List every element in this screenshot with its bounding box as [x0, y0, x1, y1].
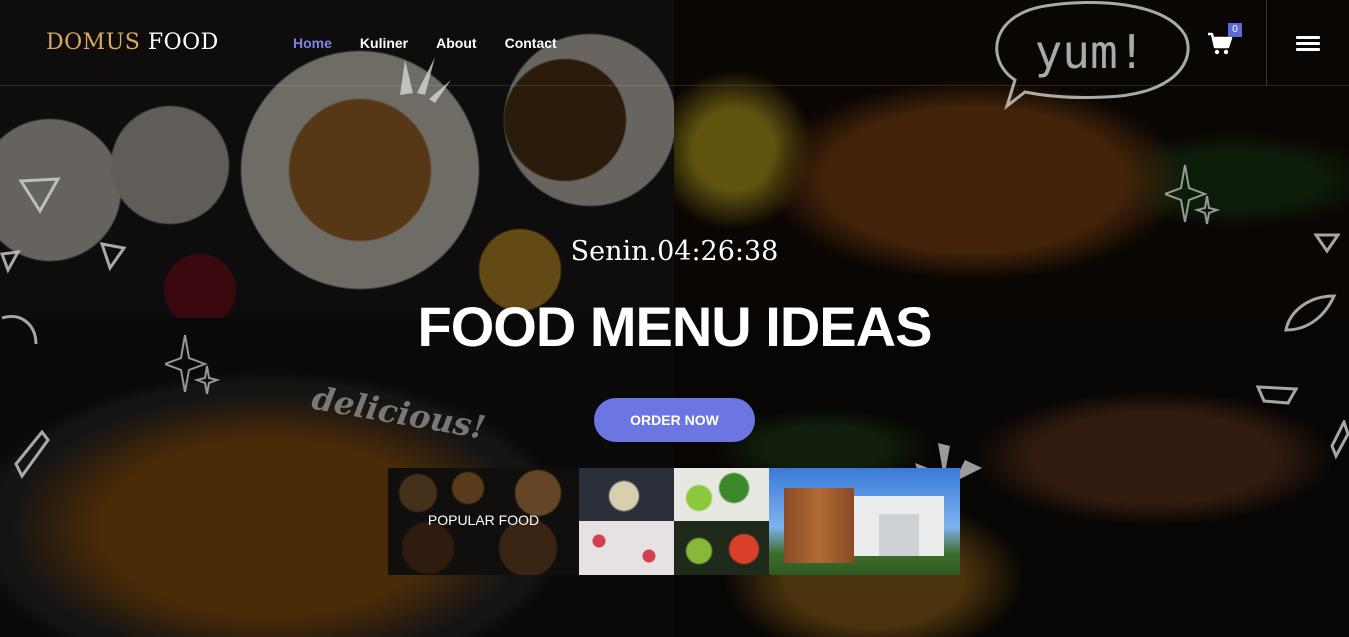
shard-doodle-2 — [1256, 385, 1299, 405]
nav-link-about[interactable]: About — [436, 35, 476, 51]
site-logo[interactable]: DOMUS FOOD — [46, 30, 219, 55]
gallery-image-drink[interactable] — [579, 468, 674, 521]
delicious-doodle: delicious! — [309, 385, 488, 447]
main-nav: Home Kuliner About Contact — [293, 35, 557, 51]
nav-link-contact[interactable]: Contact — [505, 35, 557, 51]
order-now-button[interactable]: ORDER NOW — [594, 398, 755, 442]
site-header: DOMUS FOOD Home Kuliner About Contact 0 — [0, 0, 1349, 86]
nav-link-home[interactable]: Home — [293, 35, 332, 51]
hero-title: FOOD MENU IDEAS — [417, 295, 933, 358]
header-divider — [1266, 0, 1267, 86]
cart-count-badge: 0 — [1228, 23, 1242, 37]
house-garage-door — [879, 514, 919, 556]
menu-bar — [1296, 36, 1320, 39]
shard-doodle-1 — [14, 430, 50, 479]
delicious-text: delicious! — [309, 385, 488, 447]
shard-doodle-3 — [1330, 420, 1349, 460]
popular-food-tile[interactable]: POPULAR FOOD — [388, 468, 579, 575]
hero-clock: Senin.04:26:38 — [570, 236, 779, 267]
sparkle-doodle-right — [1165, 164, 1221, 225]
gallery-image-dessert[interactable] — [579, 521, 674, 575]
nav-link-kuliner[interactable]: Kuliner — [360, 35, 408, 51]
triangle-doodle-1 — [18, 177, 61, 214]
hamburger-menu-icon[interactable] — [1296, 36, 1320, 52]
logo-word-food: FOOD — [147, 30, 219, 55]
logo-word-domus: DOMUS — [46, 30, 141, 55]
gallery-image-juice[interactable] — [674, 521, 769, 575]
gallery-image-limes[interactable] — [674, 468, 769, 521]
menu-bar — [1296, 42, 1320, 45]
popular-food-caption: POPULAR FOOD — [427, 512, 540, 528]
gallery-image-house[interactable] — [769, 468, 960, 575]
menu-bar — [1296, 48, 1320, 51]
house-wood-wall — [784, 488, 854, 563]
